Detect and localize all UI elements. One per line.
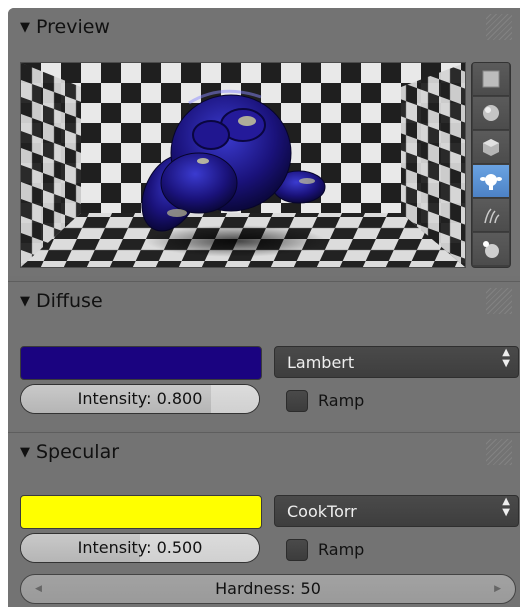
specular-shader-value: CookTorr [287, 502, 357, 521]
collapse-triangle-icon: ▼ [20, 294, 30, 309]
specular-title: Specular [36, 441, 120, 463]
preview-panel: ▼ Preview [8, 8, 520, 276]
preview-cube-button[interactable] [473, 131, 509, 164]
panel-drag-grip-icon[interactable] [486, 288, 512, 314]
diffuse-intensity-label: Intensity: 0.800 [77, 389, 203, 408]
preview-shape-selector [471, 62, 511, 268]
preview-sphere-button[interactable] [473, 97, 509, 130]
preview-panel-header[interactable]: ▼ Preview [20, 16, 110, 38]
preview-monkey-button[interactable] [473, 165, 509, 198]
diffuse-panel: ▼ Diffuse Lambert ▲ ▼ Intensity: 0.800 Ram… [8, 281, 520, 430]
specular-ramp-label: Ramp [318, 540, 365, 559]
specular-ramp-checkbox[interactable] [286, 539, 308, 561]
diffuse-shader-dropdown[interactable]: Lambert ▲ ▼ [274, 346, 519, 378]
specular-intensity-slider[interactable]: Intensity: 0.500 [20, 533, 260, 563]
hardness-label: Hardness: 50 [215, 579, 321, 598]
diffuse-intensity-slider[interactable]: Intensity: 0.800 [20, 384, 260, 414]
panel-drag-grip-icon[interactable] [486, 439, 512, 465]
cube-icon [483, 139, 499, 156]
hardness-number-field[interactable]: ◀ Hardness: 50 ▶ [20, 574, 516, 604]
preview-render-image [21, 63, 465, 267]
diffuse-ramp-label: Ramp [318, 391, 365, 410]
specular-shader-dropdown[interactable]: CookTorr ▲ ▼ [274, 495, 519, 527]
up-down-arrows-icon: ▲ ▼ [502, 347, 510, 369]
material-properties: ▼ Preview ▼ Diffuse Lambert ▲ ▼ Intensit… [8, 8, 520, 607]
collapse-triangle-icon: ▼ [20, 445, 30, 460]
hair-strands-icon [484, 208, 500, 224]
sphere-icon [483, 105, 499, 121]
specular-intensity-label: Intensity: 0.500 [77, 538, 203, 557]
diffuse-title: Diffuse [36, 290, 103, 312]
world-sphere-icon [483, 241, 499, 258]
flat-plane-icon [482, 70, 500, 88]
specular-color-swatch[interactable] [20, 495, 262, 529]
specular-panel: ▼ Specular CookTorr ▲ ▼ Intensity: 0.500 R… [8, 432, 520, 607]
preview-world-button[interactable] [473, 233, 509, 265]
diffuse-color-swatch[interactable] [20, 346, 262, 380]
material-preview-render [20, 62, 466, 268]
diffuse-ramp-checkbox[interactable] [286, 390, 308, 412]
preview-flat-button[interactable] [473, 63, 509, 96]
increment-arrow-icon[interactable]: ▶ [494, 575, 501, 603]
up-down-arrows-icon: ▲ ▼ [502, 496, 510, 518]
collapse-triangle-icon: ▼ [20, 20, 30, 35]
specular-panel-header[interactable]: ▼ Specular [20, 441, 119, 463]
diffuse-shader-value: Lambert [287, 353, 355, 372]
panel-drag-grip-icon[interactable] [486, 14, 512, 40]
monkey-icon [480, 174, 502, 190]
preview-title: Preview [36, 16, 110, 38]
diffuse-panel-header[interactable]: ▼ Diffuse [20, 290, 103, 312]
preview-hair-button[interactable] [473, 199, 509, 232]
